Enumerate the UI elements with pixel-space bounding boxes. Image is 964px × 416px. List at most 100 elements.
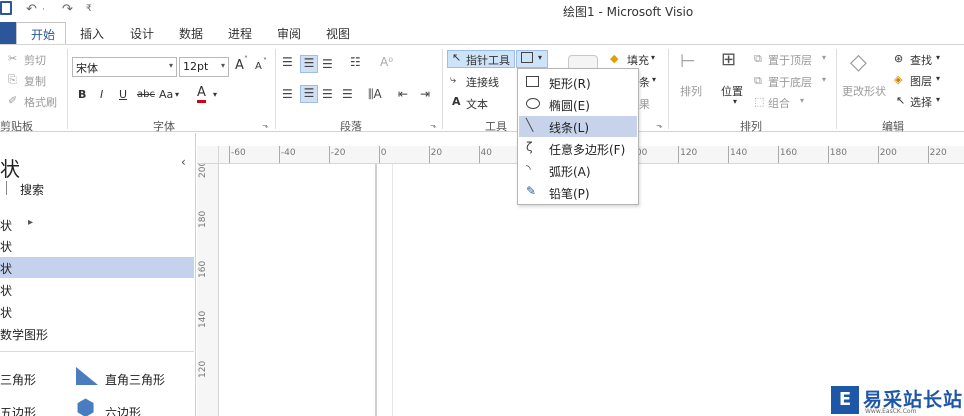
tab-design[interactable]: 设计	[130, 25, 154, 42]
align-bottom-icon[interactable]: ☰	[322, 57, 333, 71]
change-case-button[interactable]: Aa	[159, 88, 173, 101]
bold-button[interactable]: B	[78, 88, 86, 101]
connector-icon: ⤷	[450, 73, 457, 86]
stencil-item[interactable]: 状	[0, 301, 194, 322]
group-button[interactable]: 组合	[768, 95, 790, 111]
align-top-icon[interactable]: ☰	[282, 55, 293, 69]
select-button[interactable]: 选择	[910, 94, 932, 110]
font-size-select[interactable]: 12pt ▾	[179, 57, 229, 77]
line-icon: ╲	[526, 118, 534, 132]
align-right-icon[interactable]: ☰	[322, 87, 333, 101]
find-button[interactable]: 查找	[910, 52, 932, 68]
stencil-item[interactable]: 状 ▸	[0, 214, 194, 235]
copy-button[interactable]: 复制	[24, 73, 46, 89]
dialog-launcher-icon[interactable]: ⬎	[430, 121, 437, 130]
hexagon-icon[interactable]: ⬢	[76, 398, 95, 416]
decrease-indent-icon[interactable]: ⇤	[398, 87, 408, 101]
ruler-tick-label: 120	[198, 360, 208, 378]
shape-right-triangle-label[interactable]: 直角三角形	[105, 371, 165, 388]
shrink-font-button[interactable]: A	[255, 61, 262, 72]
format-painter-button[interactable]: 格式刷	[24, 94, 57, 110]
effects-button[interactable]: 果	[639, 96, 650, 112]
ruler-tick-label: 120	[680, 148, 698, 158]
align-middle-icon[interactable]: ☰	[300, 55, 318, 73]
chevron-right-icon: ▸	[28, 217, 34, 228]
position-icon: ⊞	[721, 49, 737, 70]
stencil-item[interactable]: 状	[0, 279, 194, 300]
menu-item-pencil[interactable]: ✎ 铅笔(P)	[519, 182, 637, 203]
italic-button[interactable]: I	[100, 88, 103, 101]
search-tab[interactable]: 搜索	[20, 181, 44, 198]
fill-icon: ◆	[610, 52, 619, 65]
tab-data[interactable]: 数据	[179, 25, 203, 42]
menu-item-ellipse[interactable]: 椭圆(E)	[519, 94, 637, 115]
ruler-tick-mark	[229, 146, 230, 163]
layers-button[interactable]: 图层	[910, 73, 932, 89]
ruler-tick-label: 160	[198, 260, 208, 278]
menu-item-arc[interactable]: ◝ 弧形(A)	[519, 160, 637, 181]
stencil-item[interactable]: 数学图形	[0, 323, 194, 344]
caret-up-icon: ˄	[244, 55, 248, 64]
send-back-button[interactable]: 置于底层	[768, 74, 812, 90]
customize-qat-icon[interactable]: ₹	[86, 4, 92, 14]
align-center-icon[interactable]: ☰	[300, 85, 318, 103]
ruler-tick-label: -60	[231, 148, 246, 158]
ruler-tick-mark	[678, 146, 680, 163]
fill-button[interactable]: 填充	[627, 52, 649, 68]
undo-icon[interactable]: ↶	[26, 2, 37, 17]
menu-item-line[interactable]: ╲ 线条(L)	[519, 116, 637, 137]
underline-button[interactable]: U	[119, 88, 127, 101]
line-button[interactable]: 条	[639, 74, 650, 90]
menu-item-freeform[interactable]: ζ 任意多边形(F)	[519, 138, 637, 159]
font-face-select[interactable]: 宋体 ▾	[72, 57, 177, 77]
ruler-tick-mark	[478, 146, 480, 163]
column-text-icon[interactable]: ⫼A	[368, 87, 382, 102]
clipboard-group-label: 剪贴板	[0, 120, 33, 133]
redo-icon[interactable]: ↷	[62, 2, 73, 17]
bullets-icon[interactable]: ☷	[350, 55, 361, 69]
tab-process[interactable]: 进程	[228, 25, 252, 42]
increase-indent-icon[interactable]: ⇥	[420, 87, 430, 101]
chevron-down-icon: ▾	[651, 53, 656, 62]
ruler-tick-label: 180	[829, 148, 847, 158]
page-edge	[375, 164, 377, 416]
chevron-down-icon: ▾	[936, 74, 941, 83]
change-shape-icon: ◇	[850, 50, 867, 75]
align-left-icon[interactable]: ☰	[282, 87, 293, 101]
strikethrough-button[interactable]: abc	[137, 89, 155, 100]
title-bar: ↶ · ↷ ₹ 绘图1 - Microsoft Visio	[0, 0, 964, 22]
pane-title: 状	[0, 157, 20, 181]
copy-icon: ⎘	[8, 73, 17, 86]
tab-view[interactable]: 视图	[326, 25, 350, 42]
save-icon[interactable]	[0, 1, 12, 15]
font-color-button[interactable]: A	[197, 86, 206, 103]
justify-icon[interactable]: ☰	[342, 87, 353, 101]
ruler-tick-mark	[877, 146, 879, 163]
connector-button[interactable]: 连接线	[466, 74, 499, 90]
ruler-tick-label: 180	[198, 210, 208, 228]
stencil-item[interactable]: 状	[0, 235, 194, 256]
text-tool-button[interactable]: 文本	[466, 96, 488, 112]
undo-dropdown-icon[interactable]: ·	[42, 5, 45, 15]
position-button[interactable]: 位置	[721, 83, 743, 99]
menu-item-rectangle[interactable]: 矩形(R)	[519, 72, 637, 93]
dialog-launcher-icon[interactable]: ⬎	[656, 121, 663, 130]
send-back-icon: ⧉	[754, 74, 762, 87]
right-triangle-icon[interactable]	[76, 367, 98, 385]
text-direction-icon[interactable]: A⁰	[380, 55, 393, 69]
change-shape-button[interactable]: 更改形状	[842, 83, 886, 99]
grow-font-button[interactable]: A	[235, 58, 244, 73]
dialog-launcher-icon[interactable]: ⬎	[262, 121, 269, 130]
tab-insert[interactable]: 插入	[80, 25, 104, 42]
ruler-tick-label: 140	[198, 310, 208, 328]
cut-button[interactable]: 剪切	[24, 52, 46, 68]
stencil-item-selected[interactable]: 状	[0, 257, 194, 278]
bring-front-button[interactable]: 置于顶层	[768, 52, 812, 68]
format-painter-icon: ✐	[8, 94, 18, 107]
align-shapes-button[interactable]: 排列	[680, 83, 702, 99]
tab-review[interactable]: 审阅	[277, 25, 301, 42]
shape-hexagon-label[interactable]: 六边形	[105, 404, 141, 416]
collapse-pane-icon[interactable]: ‹	[181, 155, 186, 169]
shape-triangle-label[interactable]: 三角形	[0, 371, 36, 388]
shape-pentagon-label[interactable]: 五边形	[0, 404, 36, 416]
